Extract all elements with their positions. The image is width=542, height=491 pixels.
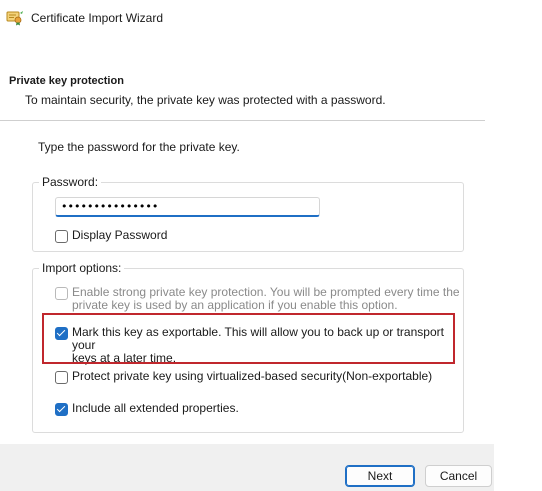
password-prompt: Type the password for the private key.: [38, 140, 240, 154]
strong-protection-checkbox: [55, 287, 68, 300]
extended-properties-checkbox[interactable]: [55, 403, 68, 416]
next-button[interactable]: Next: [345, 465, 415, 487]
certificate-icon: [6, 11, 23, 26]
header-divider: [0, 120, 485, 121]
password-input[interactable]: •••••••••••••••: [55, 197, 320, 217]
vbs-option[interactable]: Protect private key using virtualized-ba…: [55, 370, 432, 384]
password-group: Password: ••••••••••••••• Display Passwo…: [32, 175, 464, 252]
vbs-checkbox[interactable]: [55, 371, 68, 384]
exportable-highlight-box: [42, 313, 455, 364]
page-heading: Private key protection: [9, 75, 124, 87]
display-password-checkbox[interactable]: [55, 230, 68, 243]
strong-protection-label: Enable strong private key protection. Yo…: [72, 286, 460, 312]
extended-properties-option[interactable]: Include all extended properties.: [55, 402, 239, 416]
vbs-label: Protect private key using virtualized-ba…: [72, 369, 433, 383]
password-group-legend: Password:: [39, 175, 102, 189]
cancel-button[interactable]: Cancel: [425, 465, 492, 487]
extended-properties-label: Include all extended properties.: [72, 401, 239, 415]
strong-protection-line2: private key is used by an application if…: [72, 298, 398, 312]
page-subheading: To maintain security, the private key wa…: [25, 93, 386, 107]
window-title: Certificate Import Wizard: [31, 11, 164, 25]
wizard-footer: Next Cancel: [0, 444, 494, 491]
strong-protection-option: Enable strong private key protection. Yo…: [55, 286, 460, 312]
display-password-label: Display Password: [72, 228, 168, 242]
strong-protection-line1: Enable strong private key protection. Yo…: [72, 285, 460, 299]
display-password-option[interactable]: Display Password: [55, 229, 167, 243]
title-bar: Certificate Import Wizard: [6, 9, 163, 27]
import-options-legend: Import options:: [39, 261, 125, 275]
